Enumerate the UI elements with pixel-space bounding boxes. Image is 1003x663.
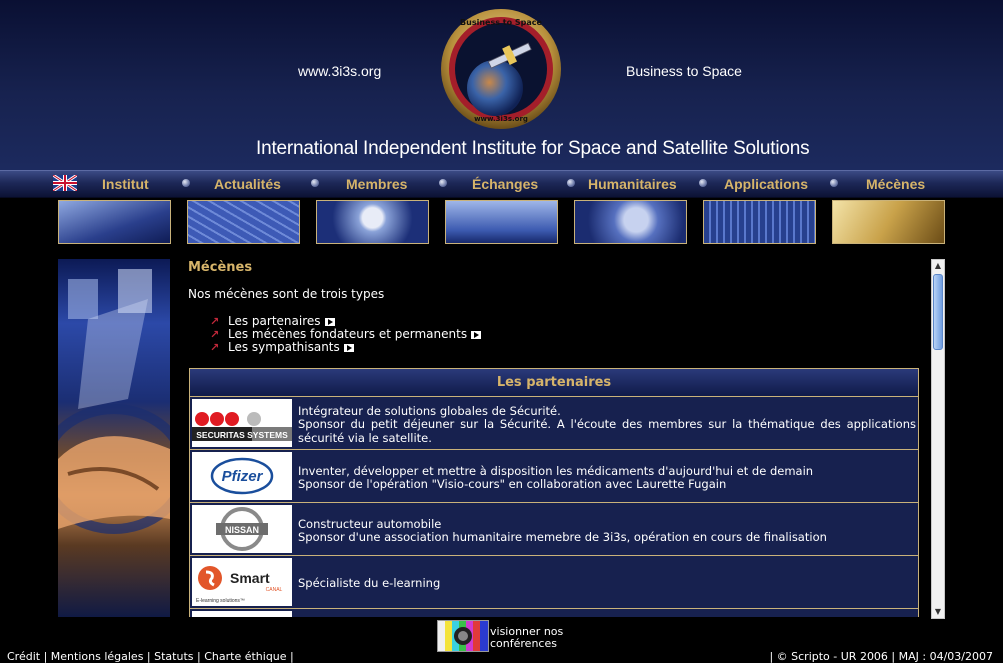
site-title: International Independent Institute for …: [256, 138, 810, 159]
content-scrollbar[interactable]: ▲ ▼: [931, 259, 945, 619]
thumb-actualites-image[interactable]: [187, 200, 300, 244]
arrow-icon: ↗: [210, 328, 220, 341]
main-content: Mécènes Nos mécènes sont de trois types …: [188, 259, 922, 617]
partner-description: Intégrateur de solutions globales de Séc…: [294, 397, 918, 449]
arrow-icon: ↗: [210, 315, 220, 328]
table-row: SECURITAS SYSTEMS Intégrateur de solutio…: [189, 397, 919, 450]
partner-description: Constructeur automobile Sponsor d'une as…: [294, 503, 918, 555]
partner-description: Inventer, développer et mettre à disposi…: [294, 450, 918, 502]
go-arrow-icon[interactable]: [324, 317, 335, 326]
partner-desc-line: Intégrateur de solutions globales de Séc…: [298, 403, 561, 418]
logo-emblem[interactable]: Business to Space www.3i3s.org: [440, 8, 562, 130]
smart-logo-tag: E-learning solutions™: [196, 598, 245, 604]
satellite-handshake-icon: [58, 269, 170, 534]
nav-item-institut[interactable]: Institut: [102, 176, 149, 192]
thumb-mecenes-image[interactable]: [832, 200, 945, 244]
link-sympathisants[interactable]: ↗ Les sympathisants: [210, 341, 481, 354]
nav-bullet-icon: [830, 179, 838, 187]
table-row: NISSAN Constructeur automobile Sponsor d…: [189, 503, 919, 556]
pfizer-logo-text: Pfizer: [222, 468, 264, 485]
footer-copyright: | © Scripto - UR 2006 | MAJ : 04/03/2007: [769, 650, 993, 663]
video-link-line[interactable]: conférences: [490, 638, 563, 650]
nav-item-membres[interactable]: Membres: [346, 176, 407, 192]
site-header: www.3i3s.org Business to Space Business …: [0, 0, 1003, 170]
footer-link-credit[interactable]: Crédit: [7, 650, 40, 663]
site-tagline: Business to Space: [626, 63, 742, 79]
footer-links: Crédit | Mentions légales | Statuts | Ch…: [7, 650, 294, 663]
side-decorative-image: [58, 259, 170, 617]
nav-item-actualites[interactable]: Actualités: [214, 176, 281, 192]
go-arrow-icon[interactable]: [343, 343, 354, 352]
main-nav: Institut Actualités Membres Échanges Hum…: [0, 170, 1003, 198]
nav-bullet-icon: [311, 179, 319, 187]
thumb-membres-image[interactable]: [316, 200, 429, 244]
site-url[interactable]: www.3i3s.org: [298, 63, 381, 79]
nissan-logo-text: NISSAN: [225, 525, 259, 535]
scroll-down-arrow-icon[interactable]: ▼: [932, 606, 944, 618]
footer-link-statuts[interactable]: Statuts: [154, 650, 193, 663]
logo-text-top: Business to Space: [460, 18, 542, 27]
nav-bullet-icon: [439, 179, 447, 187]
smart-logo-sub: CANAL: [266, 587, 283, 593]
video-link[interactable]: visionner nos conférences: [490, 626, 563, 650]
partner-desc-line: Sponsor de l'opération "Visio-cours" en …: [298, 477, 727, 491]
page-title: Mécènes: [188, 260, 253, 275]
partner-desc-line: Constructeur automobile: [298, 516, 442, 531]
partners-table-header: Les partenaires: [189, 368, 919, 397]
securitas-logo[interactable]: SECURITAS SYSTEMS: [192, 399, 292, 447]
thumb-applications-image[interactable]: [703, 200, 816, 244]
nav-item-humanitaires[interactable]: Humanitaires: [588, 176, 677, 192]
partner-desc-line: Sponsor du petit déjeuner sur la Sécurit…: [298, 417, 916, 445]
footer-link-mentions[interactable]: Mentions légales: [51, 650, 144, 663]
table-row: [189, 609, 919, 617]
anchor-links: ↗ Les partenaires ↗ Les mécènes fondateu…: [210, 315, 482, 354]
partner-logo-partial[interactable]: [192, 611, 292, 617]
table-row: Smart CANAL E-learning solutions™ Spécia…: [189, 556, 919, 609]
nav-bullet-icon: [567, 179, 575, 187]
scroll-up-arrow-icon[interactable]: ▲: [932, 260, 944, 272]
footer-link-charte[interactable]: Charte éthique: [204, 650, 286, 663]
partner-description: [294, 609, 918, 617]
intro-text: Nos mécènes sont de trois types: [188, 287, 385, 301]
nav-bullet-icon: [699, 179, 707, 187]
link-label[interactable]: Les sympathisants: [228, 341, 340, 354]
thumb-institut-image[interactable]: [58, 200, 171, 244]
partners-table: Les partenaires SECURITAS SYSTEMS Intégr…: [189, 368, 919, 617]
uk-flag-icon[interactable]: [53, 175, 77, 191]
thumb-echanges-image[interactable]: [445, 200, 558, 244]
tv-test-pattern-icon[interactable]: [437, 620, 489, 652]
partner-description: Spécialiste du e-learning: [294, 556, 918, 608]
nav-bullet-icon: [182, 179, 190, 187]
nissan-logo[interactable]: NISSAN: [192, 505, 292, 553]
pfizer-logo[interactable]: Pfizer: [192, 452, 292, 500]
partner-desc-line: Spécialiste du e-learning: [298, 576, 441, 591]
arrow-icon: ↗: [210, 341, 220, 354]
thumb-humanitaires-image[interactable]: [574, 200, 687, 244]
nav-item-mecenes[interactable]: Mécènes: [866, 176, 925, 192]
go-arrow-icon[interactable]: [471, 330, 482, 339]
smart-logo-text: Smart: [230, 570, 270, 586]
table-row: Pfizer Inventer, développer et mettre à …: [189, 450, 919, 503]
smart-canal-logo[interactable]: Smart CANAL E-learning solutions™: [192, 558, 292, 606]
securitas-logo-text: SECURITAS SYSTEMS: [196, 430, 288, 440]
scrollbar-thumb[interactable]: [933, 274, 943, 350]
nav-item-echanges[interactable]: Échanges: [472, 176, 538, 192]
nav-item-applications[interactable]: Applications: [724, 176, 808, 192]
logo-text-bottom: www.3i3s.org: [474, 115, 528, 123]
partner-desc-line: Sponsor d'une association humanitaire me…: [298, 530, 827, 544]
partner-desc-line: Inventer, développer et mettre à disposi…: [298, 463, 814, 478]
